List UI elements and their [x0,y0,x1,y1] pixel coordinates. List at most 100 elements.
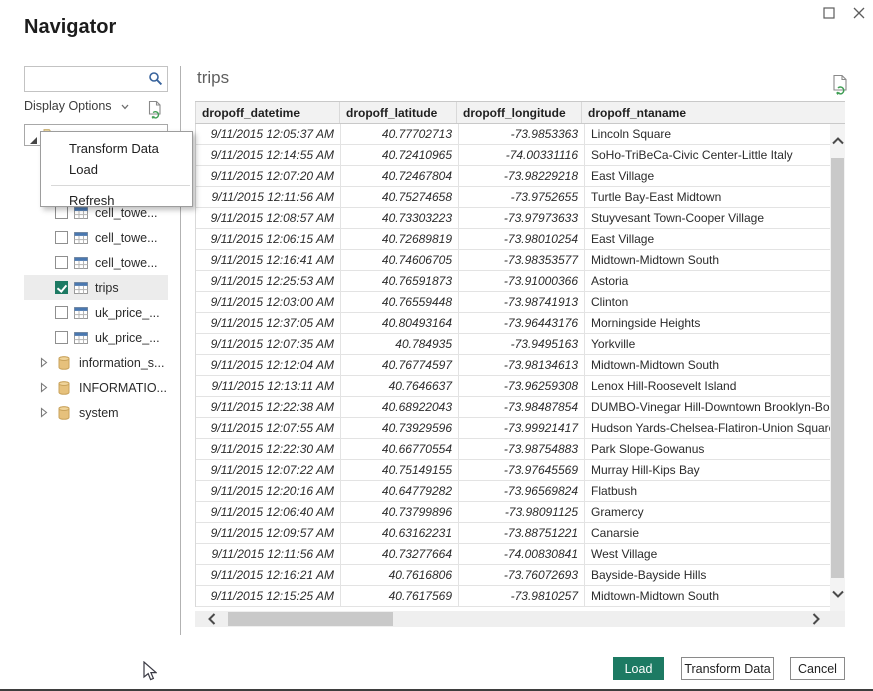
table-body: 9/11/2015 12:05:37 AM40.77702713-73.9853… [195,124,845,607]
table-cell: -73.97645569 [459,460,585,480]
cancel-button[interactable]: Cancel [790,657,845,680]
table-cell: 40.76559448 [341,292,459,312]
tree-item-uk-price-[interactable]: uk_price_... [24,300,168,325]
database-icon [58,356,72,370]
tree-item-system[interactable]: system [24,400,168,425]
context-menu: Transform DataLoadRefresh [40,131,193,207]
tree-item-trips[interactable]: trips [24,275,168,300]
table-row: 9/11/2015 12:15:25 AM40.7617569-73.98102… [196,586,845,607]
table-icon [74,307,88,319]
table-cell: 40.76591873 [341,271,459,291]
scroll-down-icon[interactable] [830,581,845,607]
table-row: 9/11/2015 12:16:21 AM40.7616806-73.76072… [196,565,845,586]
chevron-collapsed-icon[interactable] [40,357,50,368]
scroll-left-icon[interactable] [203,611,221,627]
table-cell: 9/11/2015 12:03:00 AM [196,292,341,312]
table-cell: 9/11/2015 12:06:40 AM [196,502,341,522]
tree-item-informatio-[interactable]: INFORMATIO... [24,375,168,400]
column-header-dropoff_datetime: dropoff_datetime [195,102,340,123]
table-cell: 40.784935 [341,334,459,354]
checkbox-unchecked[interactable] [55,306,68,319]
load-button[interactable]: Load [613,657,664,680]
table-cell: -73.9752655 [459,187,585,207]
table-cell: 40.73929596 [341,418,459,438]
table-cell: -73.91000366 [459,271,585,291]
table-cell: West Village [585,544,831,564]
tree-item-label: uk_price_... [95,331,160,345]
scroll-right-icon[interactable] [807,611,825,627]
checkbox-checked[interactable] [55,281,68,294]
table-cell: Gramercy [585,502,831,522]
checkbox-unchecked[interactable] [55,256,68,269]
table-row: 9/11/2015 12:08:57 AM40.73303223-73.9797… [196,208,845,229]
transform-data-button[interactable]: Transform Data [681,657,774,680]
table-cell: -73.96569824 [459,481,585,501]
scroll-up-icon[interactable] [830,128,845,154]
mouse-cursor [143,661,157,687]
checkbox-unchecked[interactable] [55,331,68,344]
checkbox-unchecked[interactable] [55,231,68,244]
tree-item-cell-towe-[interactable]: cell_towe... [24,250,168,275]
table-cell: 40.72467804 [341,166,459,186]
maximize-button[interactable] [819,4,839,22]
table-cell: -73.88751221 [459,523,585,543]
table-cell: 9/11/2015 12:15:25 AM [196,586,341,606]
table-cell: Turtle Bay-East Midtown [585,187,831,207]
table-cell: -73.98134613 [459,355,585,375]
table-cell: 9/11/2015 12:11:56 AM [196,187,341,207]
tree-item-cell-towe-[interactable]: cell_towe... [24,225,168,250]
preview-table: dropoff_datetimedropoff_latitudedropoff_… [195,101,845,628]
close-button[interactable] [849,4,869,22]
chevron-collapsed-icon[interactable] [40,407,50,418]
table-cell: -73.96443176 [459,313,585,333]
table-cell: Clinton [585,292,831,312]
nav-tree: cell_towe...cell_towe...cell_towe...trip… [24,200,168,425]
table-row: 9/11/2015 12:14:55 AM40.72410965-74.0033… [196,145,845,166]
vertical-scrollbar[interactable] [830,124,845,611]
chevron-collapsed-icon[interactable] [40,382,50,393]
table-cell: 9/11/2015 12:05:37 AM [196,124,341,144]
table-cell: 9/11/2015 12:07:55 AM [196,418,341,438]
table-cell: 40.73277664 [341,544,459,564]
table-row: 9/11/2015 12:22:38 AM40.68922043-73.9848… [196,397,845,418]
database-icon [58,381,72,395]
table-row: 9/11/2015 12:12:04 AM40.76774597-73.9813… [196,355,845,376]
search-input[interactable] [29,69,145,89]
table-cell: 9/11/2015 12:07:35 AM [196,334,341,354]
table-cell: -73.97973633 [459,208,585,228]
table-cell: 40.7646637 [341,376,459,396]
table-cell: 40.68922043 [341,397,459,417]
table-cell: -73.98487854 [459,397,585,417]
tree-item-information-s-[interactable]: information_s... [24,350,168,375]
refresh-preview-icon[interactable] [146,100,164,124]
search-box[interactable] [24,66,168,92]
horizontal-scroll-thumb[interactable] [228,612,393,626]
table-cell: 9/11/2015 12:06:15 AM [196,229,341,249]
horizontal-scrollbar[interactable] [195,611,845,627]
table-icon [74,282,88,294]
table-cell: -73.98754883 [459,439,585,459]
table-row: 9/11/2015 12:22:30 AM40.66770554-73.9875… [196,439,845,460]
table-cell: 40.77702713 [341,124,459,144]
navigator-dialog: Navigator Display Options [0,0,873,691]
table-row: 9/11/2015 12:07:35 AM40.784935-73.949516… [196,334,845,355]
table-cell: -73.96259308 [459,376,585,396]
table-row: 9/11/2015 12:25:53 AM40.76591873-73.9100… [196,271,845,292]
table-cell: 9/11/2015 12:20:16 AM [196,481,341,501]
table-cell: Hudson Yards-Chelsea-Flatiron-Union Squa… [585,418,831,438]
menu-item-transform-data[interactable]: Transform Data [41,138,192,159]
table-row: 9/11/2015 12:06:40 AM40.73799896-73.9809… [196,502,845,523]
menu-item-load[interactable]: Load [41,159,192,180]
refresh-table-icon[interactable] [830,74,850,100]
tree-item-label: trips [95,281,119,295]
tree-item-uk-price-[interactable]: uk_price_... [24,325,168,350]
chevron-expanded-icon [29,132,38,150]
preview-title: trips [197,68,229,88]
table-cell: 40.75274658 [341,187,459,207]
table-cell: 40.72410965 [341,145,459,165]
table-cell: Midtown-Midtown South [585,586,831,606]
table-row: 9/11/2015 12:03:00 AM40.76559448-73.9874… [196,292,845,313]
menu-item-refresh[interactable]: Refresh [41,190,192,211]
table-icon [74,332,88,344]
vertical-scroll-thumb[interactable] [831,158,844,578]
